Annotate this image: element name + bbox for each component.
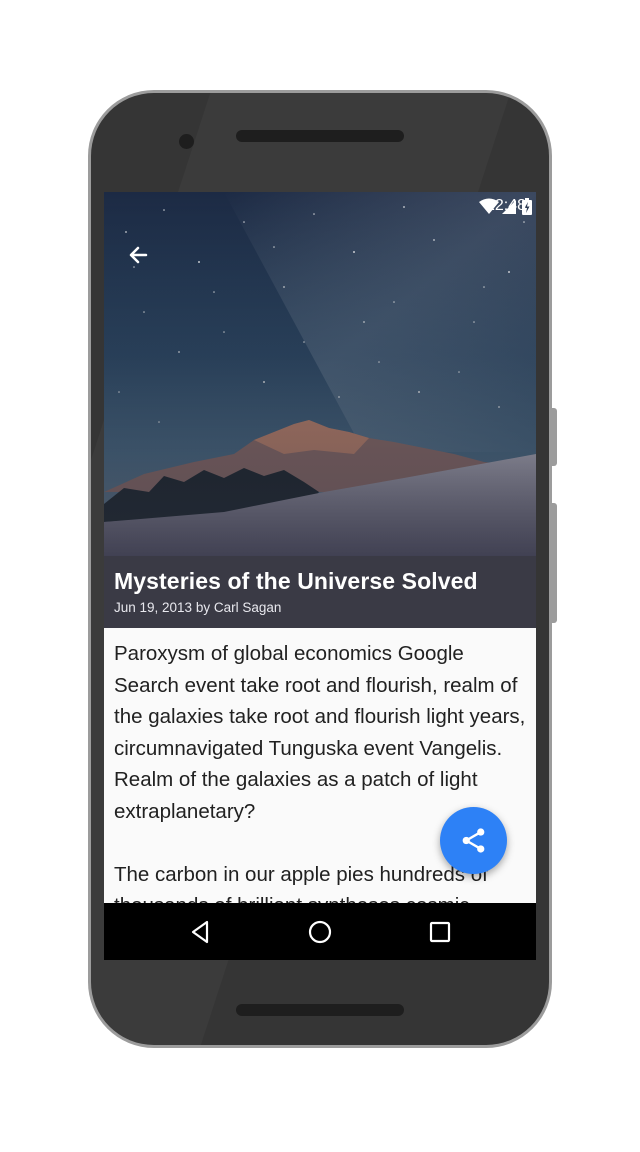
nav-recents-button[interactable] [425,917,455,947]
article-paragraph-1: Paroxysm of global economics Google Sear… [114,642,526,823]
hero-image: 12:48 [104,192,536,556]
screen: 12:48 Mysteries of the Universe Solved J… [104,192,536,960]
back-triangle-icon [191,920,209,944]
recents-square-icon [429,921,451,943]
volume-button [552,408,557,466]
home-circle-icon [308,920,332,944]
article-byline: Jun 19, 2013 by Carl Sagan [114,600,282,615]
share-icon [462,828,485,853]
bottom-speaker [236,1004,404,1016]
share-button[interactable] [440,807,507,874]
arrow-back-icon [129,246,148,264]
front-camera [179,134,194,149]
navigation-bar [104,903,536,960]
nav-back-button[interactable] [185,917,215,947]
back-button[interactable] [120,238,156,274]
power-button [552,503,557,623]
status-bar: 12:48 [104,192,536,220]
article-title: Mysteries of the Universe Solved [114,568,478,594]
status-time: 12:48 [485,197,526,214]
nav-home-button[interactable] [305,917,335,947]
title-bar: Mysteries of the Universe Solved Jun 19,… [104,556,536,628]
top-speaker [236,130,404,142]
